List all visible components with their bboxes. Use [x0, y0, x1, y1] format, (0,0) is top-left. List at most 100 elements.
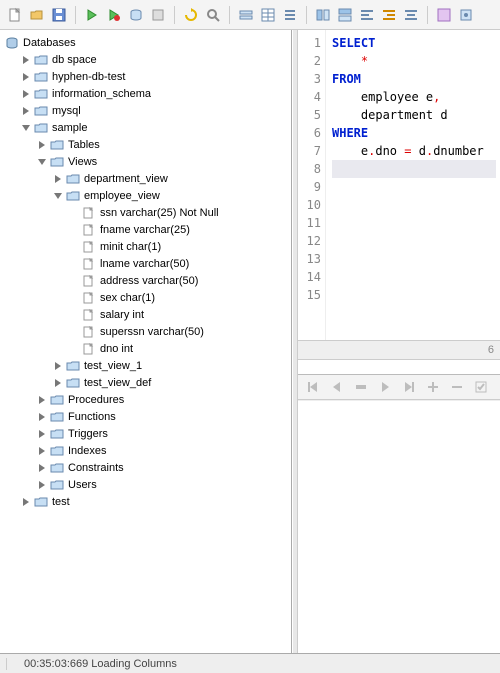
tree-item[interactable]: address varchar(50)	[64, 272, 291, 289]
tree-item[interactable]: Procedures	[32, 391, 291, 408]
twisty-icon[interactable]	[52, 173, 64, 185]
tree-item[interactable]: Tables	[32, 136, 291, 153]
code-line[interactable]	[332, 160, 496, 178]
align5-button[interactable]	[402, 6, 420, 24]
code-line[interactable]	[332, 250, 496, 268]
code-line[interactable]	[332, 232, 496, 250]
tree-item[interactable]: employee_view	[48, 187, 291, 204]
sql-editor[interactable]: 123456789101112131415 SELECT *FROM emplo…	[298, 30, 500, 340]
result-del-button[interactable]	[448, 378, 466, 396]
twisty-icon[interactable]	[36, 156, 48, 168]
code-line[interactable]	[332, 286, 496, 304]
tree-item[interactable]: fname varchar(25)	[64, 221, 291, 238]
twisty-icon[interactable]	[52, 377, 64, 389]
tree-item[interactable]: db space	[16, 51, 291, 68]
result-add-button[interactable]	[424, 378, 442, 396]
tree-item[interactable]: dno int	[64, 340, 291, 357]
twisty-icon[interactable]	[20, 496, 32, 508]
list-button[interactable]	[281, 6, 299, 24]
code-line[interactable]	[332, 214, 496, 232]
code-line[interactable]: employee e,	[332, 88, 496, 106]
exec-red-button[interactable]	[105, 6, 123, 24]
tree-item[interactable]: Functions	[32, 408, 291, 425]
result-next-button[interactable]	[376, 378, 394, 396]
tree-item[interactable]: information_schema	[16, 85, 291, 102]
twisty-icon[interactable]	[68, 343, 80, 355]
twisty-icon[interactable]	[36, 479, 48, 491]
tree-item[interactable]: test_view_def	[48, 374, 291, 391]
tree-item[interactable]: mysql	[16, 102, 291, 119]
twisty-icon[interactable]	[20, 88, 32, 100]
tree-item[interactable]: lname varchar(50)	[64, 255, 291, 272]
tree-item[interactable]: Users	[32, 476, 291, 493]
tree-item[interactable]: minit char(1)	[64, 238, 291, 255]
code-line[interactable]: SELECT	[332, 34, 496, 52]
align3-button[interactable]	[358, 6, 376, 24]
twisty-icon[interactable]	[36, 462, 48, 474]
twisty-icon[interactable]	[20, 54, 32, 66]
twisty-icon[interactable]	[68, 258, 80, 270]
code-line[interactable]	[332, 196, 496, 214]
format-button[interactable]	[435, 6, 453, 24]
options-button[interactable]	[457, 6, 475, 24]
twisty-icon[interactable]	[68, 207, 80, 219]
open-button[interactable]	[28, 6, 46, 24]
new-button[interactable]	[6, 6, 24, 24]
twisty-icon[interactable]	[20, 122, 32, 134]
twisty-icon[interactable]	[36, 394, 48, 406]
twisty-icon[interactable]	[68, 292, 80, 304]
result-first-button[interactable]	[304, 378, 322, 396]
tree-item[interactable]: Triggers	[32, 425, 291, 442]
twisty-icon[interactable]	[68, 224, 80, 236]
code-line[interactable]: WHERE	[332, 124, 496, 142]
stop-button[interactable]	[149, 6, 167, 24]
twisty-icon[interactable]	[36, 445, 48, 457]
twisty-icon[interactable]	[36, 411, 48, 423]
code-line[interactable]	[332, 178, 496, 196]
editor-code[interactable]: SELECT *FROM employee e, department dWHE…	[326, 30, 500, 340]
tree-item[interactable]: test	[16, 493, 291, 510]
code-line[interactable]: department d	[332, 106, 496, 124]
copy-row-button[interactable]	[237, 6, 255, 24]
tree-item[interactable]: Indexes	[32, 442, 291, 459]
exec-db-button[interactable]	[127, 6, 145, 24]
twisty-icon[interactable]	[20, 71, 32, 83]
result-row-button[interactable]	[352, 378, 370, 396]
twisty-icon[interactable]	[68, 275, 80, 287]
tree-item[interactable]: salary int	[64, 306, 291, 323]
tree-item[interactable]: hyphen-db-test	[16, 68, 291, 85]
tree-pane[interactable]: Databasesdb spacehyphen-db-testinformati…	[0, 30, 292, 653]
copy-table-button[interactable]	[259, 6, 277, 24]
tree-item[interactable]: Views	[32, 153, 291, 170]
twisty-icon[interactable]	[20, 105, 32, 117]
twisty-icon[interactable]	[68, 326, 80, 338]
result-commit-button[interactable]	[472, 378, 490, 396]
tree-item[interactable]: Constraints	[32, 459, 291, 476]
align1-button[interactable]	[314, 6, 332, 24]
code-line[interactable]: FROM	[332, 70, 496, 88]
tree-root[interactable]: Databases	[0, 34, 291, 51]
twisty-icon[interactable]	[68, 309, 80, 321]
twisty-icon[interactable]	[52, 190, 64, 202]
find-button[interactable]	[204, 6, 222, 24]
tree-item[interactable]: sex char(1)	[64, 289, 291, 306]
save-button[interactable]	[50, 6, 68, 24]
twisty-icon[interactable]	[36, 428, 48, 440]
code-line[interactable]	[332, 268, 496, 286]
code-line[interactable]: *	[332, 52, 496, 70]
twisty-icon[interactable]	[68, 241, 80, 253]
code-line[interactable]: e.dno = d.dnumber	[332, 142, 496, 160]
tree-item[interactable]: sample	[16, 119, 291, 136]
align2-button[interactable]	[336, 6, 354, 24]
exec-button[interactable]	[83, 6, 101, 24]
tree-item[interactable]: superssn varchar(50)	[64, 323, 291, 340]
tree-item[interactable]: department_view	[48, 170, 291, 187]
editor-hscroll[interactable]: 6	[298, 340, 500, 360]
align4-button[interactable]	[380, 6, 398, 24]
twisty-icon[interactable]	[36, 139, 48, 151]
result-last-button[interactable]	[400, 378, 418, 396]
result-prev-button[interactable]	[328, 378, 346, 396]
refresh-button[interactable]	[182, 6, 200, 24]
tree-item[interactable]: test_view_1	[48, 357, 291, 374]
twisty-icon[interactable]	[52, 360, 64, 372]
